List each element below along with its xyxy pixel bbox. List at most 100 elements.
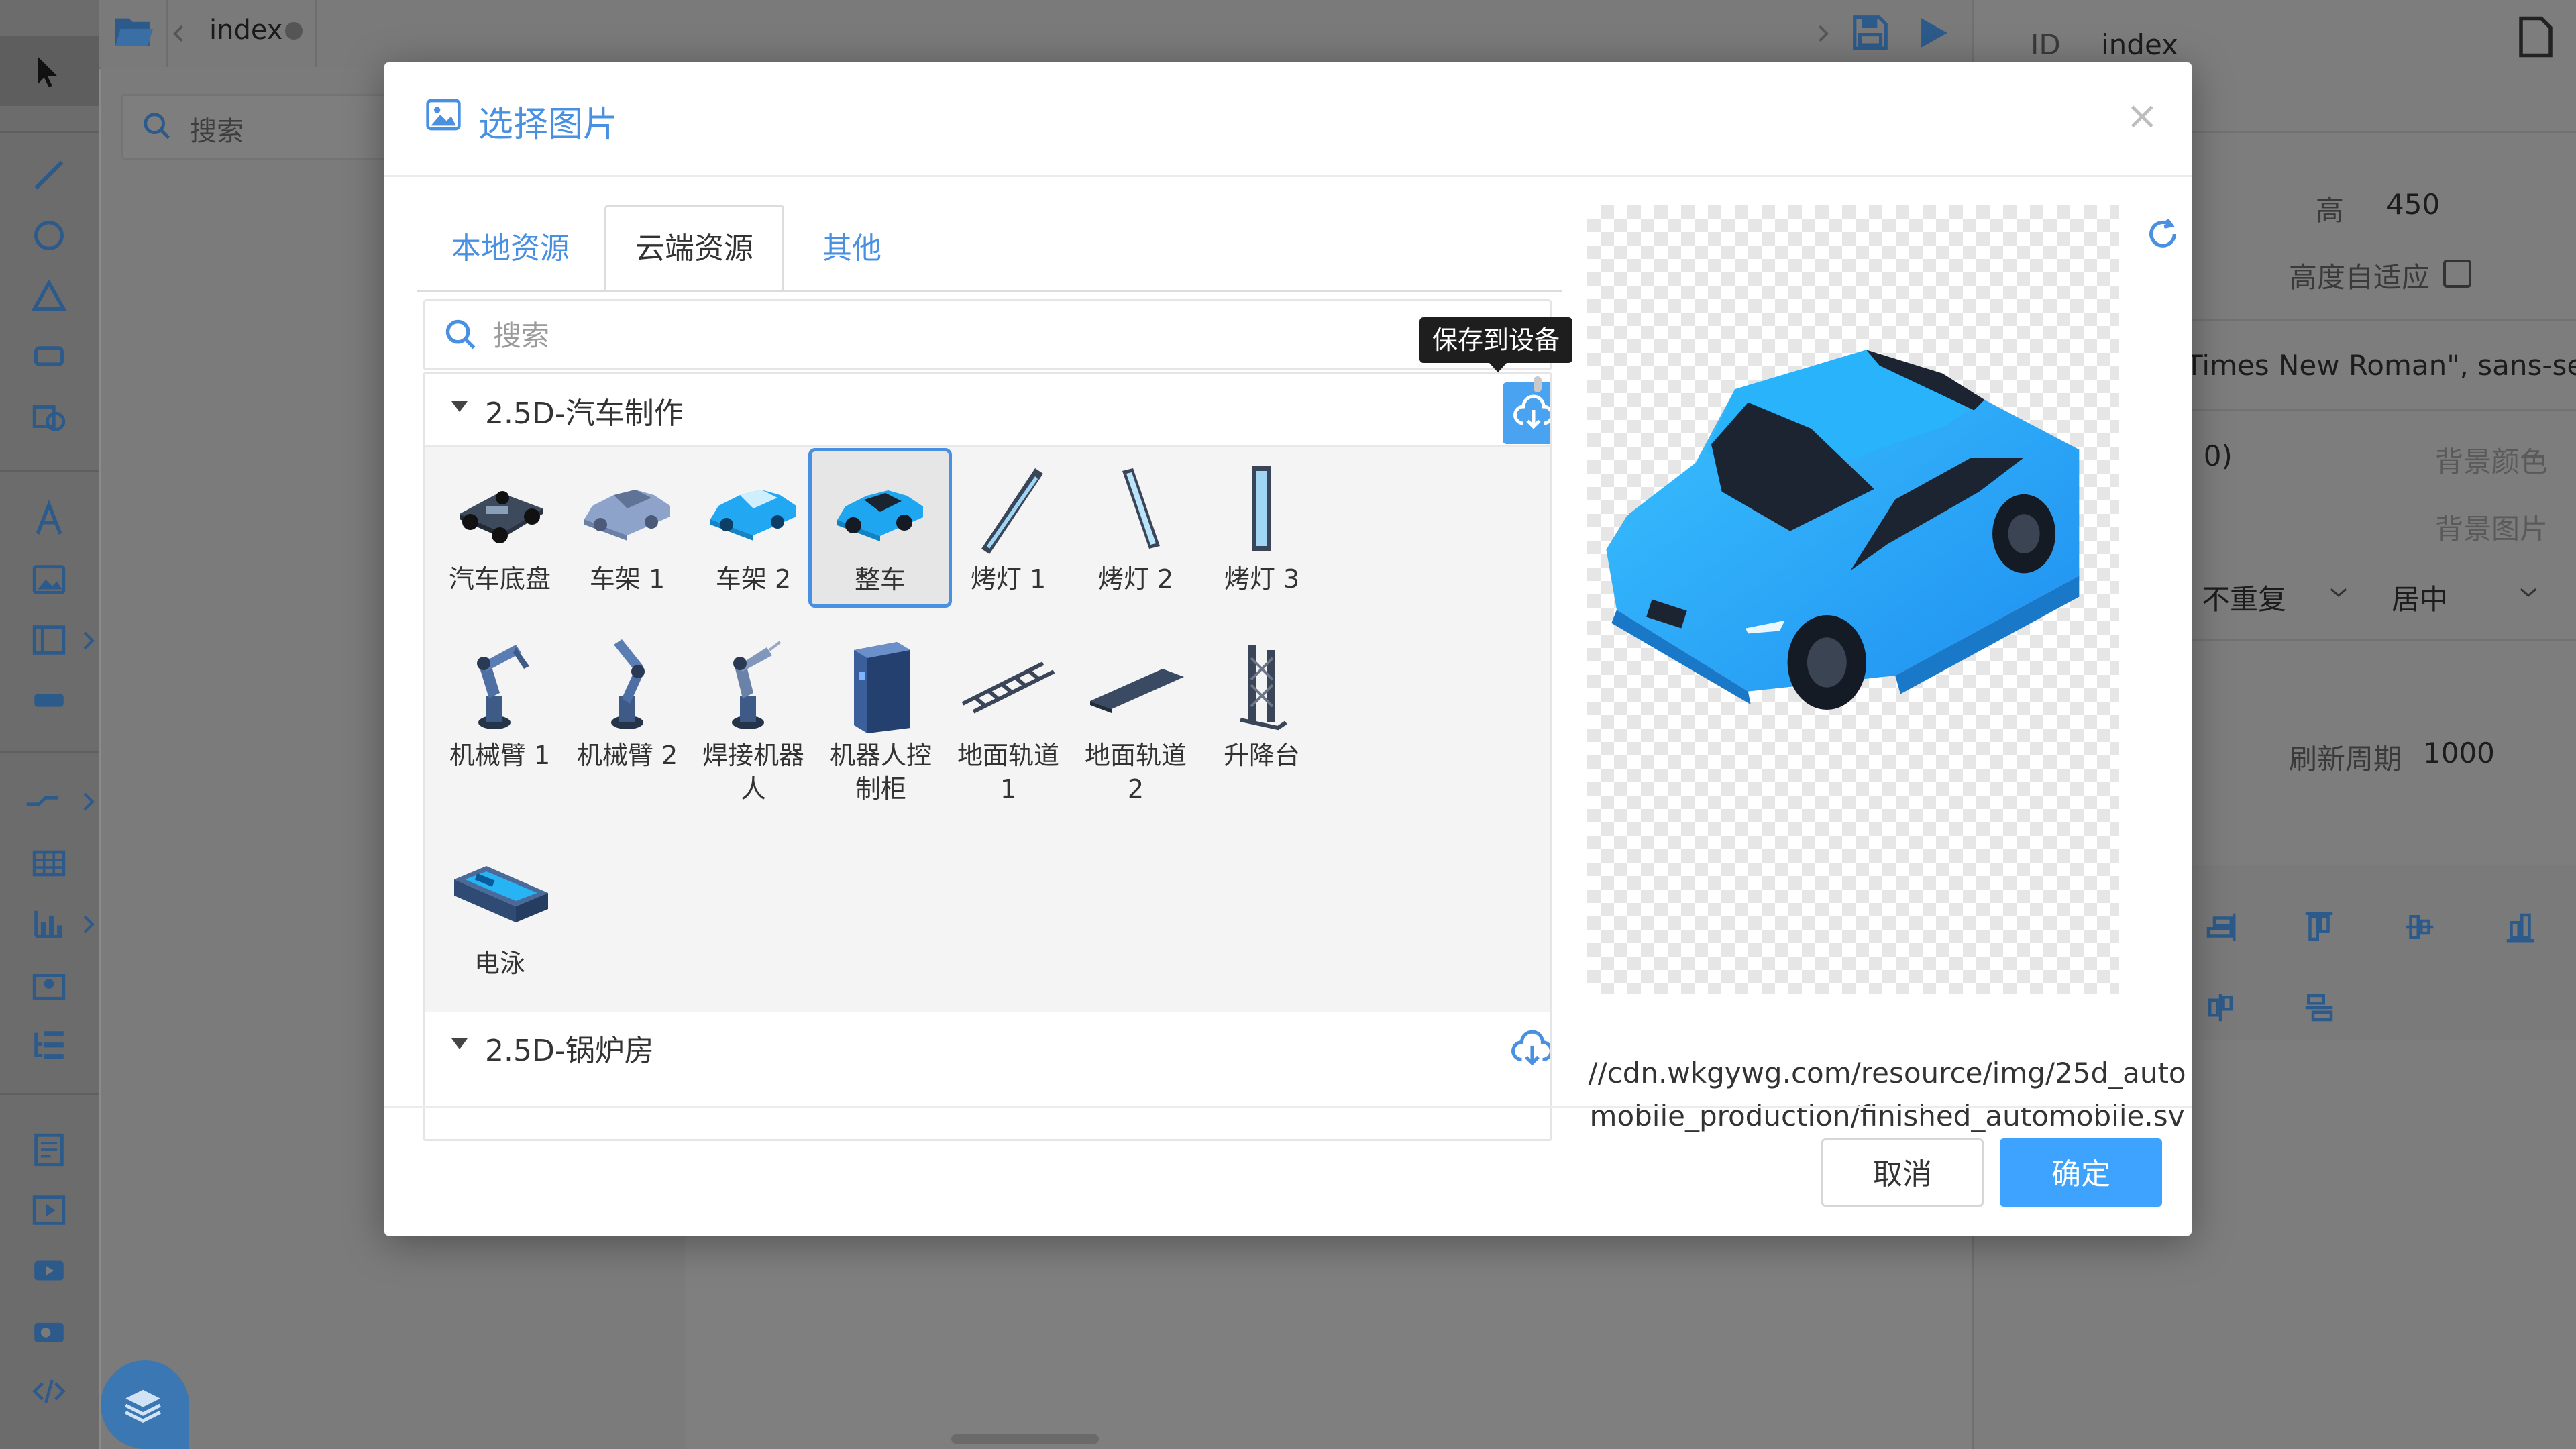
robot-arm-icon	[611, 639, 645, 729]
tab-other[interactable]: 其他	[782, 207, 922, 290]
button-icon	[34, 694, 64, 707]
caret-down-icon	[451, 401, 468, 412]
chevron-down-icon[interactable]	[2518, 584, 2539, 601]
component-tool[interactable]	[30, 621, 68, 659]
canvas-scrollbar[interactable]	[951, 1434, 1099, 1444]
list-item[interactable]: 烤灯 1	[940, 455, 1077, 596]
dialog-title: 选择图片	[478, 105, 619, 145]
lift-platform-icon	[1240, 645, 1287, 731]
camera-tool[interactable]	[30, 1311, 68, 1350]
list-item[interactable]: 焊接机器人	[685, 631, 822, 806]
line-tool[interactable]	[30, 156, 68, 195]
finished-car-preview-icon	[1606, 350, 2080, 710]
list-item[interactable]: 汽车底盘	[431, 455, 568, 596]
image-preview	[1587, 205, 2119, 994]
form-tool[interactable]	[30, 1130, 68, 1169]
document-icon[interactable]	[2517, 15, 2555, 59]
bg-repeat-select[interactable]: 不重复	[2202, 577, 2286, 618]
list-scrollbar[interactable]	[1534, 376, 1542, 392]
text-tool[interactable]	[30, 499, 68, 539]
lamp-panel-icon	[1122, 468, 1160, 549]
welding-robot-icon	[732, 641, 782, 729]
search-input[interactable]	[492, 315, 1434, 356]
circle-tool[interactable]	[30, 216, 68, 255]
id-value[interactable]: index	[2101, 28, 2178, 61]
layers-icon	[125, 1389, 161, 1424]
item-label: 车架 2	[715, 564, 792, 594]
button-tool[interactable]	[30, 681, 68, 720]
robot-arm-icon	[477, 645, 529, 729]
code-icon	[32, 1379, 66, 1403]
chevron-right-icon[interactable]	[80, 788, 97, 815]
media-tool[interactable]	[30, 1191, 68, 1230]
save-to-device-button[interactable]	[1503, 382, 1550, 444]
list-item[interactable]: 烤灯 3	[1193, 455, 1330, 596]
item-label: 电泳	[474, 949, 525, 978]
list-item[interactable]: 烤灯 2	[1067, 455, 1204, 596]
car-chassis-icon	[460, 491, 543, 543]
tree-tool[interactable]	[30, 1026, 68, 1065]
ground-rail-icon	[961, 661, 1055, 714]
cancel-button[interactable]: 取消	[1821, 1138, 1984, 1207]
confirm-button[interactable]: 确定	[2000, 1138, 2162, 1207]
image-icon	[426, 99, 461, 131]
group-header-car-production[interactable]: 2.5D-汽车制作	[425, 374, 1550, 445]
list-item[interactable]: 升降台	[1193, 631, 1330, 772]
save-icon[interactable]	[1849, 12, 1891, 54]
list-item[interactable]: 机器人控制柜	[812, 631, 949, 806]
distribute-vertical-icon[interactable]	[2301, 989, 2337, 1026]
rectangle-icon	[34, 346, 64, 366]
table-tool[interactable]	[30, 844, 68, 883]
tab-local-resources[interactable]: 本地资源	[417, 207, 604, 290]
folder-open-icon[interactable]	[113, 13, 155, 51]
refresh-icon[interactable]	[2145, 217, 2180, 252]
tab-cloud-resources[interactable]: 云端资源	[604, 205, 784, 292]
chevron-left-icon[interactable]	[171, 21, 186, 46]
align-middle-icon[interactable]	[2402, 909, 2438, 945]
color-value[interactable]: , 0)	[2186, 439, 2233, 472]
pointer-tool[interactable]	[0, 36, 99, 106]
map-tool[interactable]	[30, 966, 68, 1005]
align-right-icon[interactable]	[2202, 909, 2239, 945]
list-item[interactable]: 地面轨道 1	[940, 631, 1077, 806]
height-input[interactable]: 450	[2386, 188, 2440, 221]
list-item[interactable]: 机械臂 1	[431, 631, 568, 772]
chevron-right-icon[interactable]	[80, 911, 97, 938]
chevron-down-icon[interactable]	[2328, 584, 2349, 601]
list-item[interactable]: 机械臂 2	[559, 631, 696, 772]
align-top-icon[interactable]	[2301, 909, 2337, 945]
layers-button[interactable]	[101, 1360, 189, 1449]
align-bottom-icon[interactable]	[2502, 909, 2538, 945]
play-frame-icon	[32, 1195, 66, 1225]
refresh-period-input[interactable]: 1000	[2423, 737, 2495, 769]
rect-tool[interactable]	[30, 337, 68, 376]
search-box[interactable]	[423, 299, 1552, 370]
distribute-horizontal-icon[interactable]	[2202, 989, 2239, 1026]
shape-tool[interactable]	[30, 397, 68, 436]
font-family-value[interactable]: Times New Roman", sans-se	[2186, 349, 2576, 382]
chevron-right-icon[interactable]	[80, 627, 97, 654]
car-frame-icon	[584, 490, 670, 541]
close-button[interactable]: ×	[2126, 96, 2159, 135]
tree-list-icon	[34, 1031, 64, 1059]
list-item[interactable]: 车架 2	[685, 455, 822, 596]
video-tool[interactable]	[30, 1251, 68, 1290]
list-item-selected[interactable]: 整车	[808, 448, 952, 608]
auto-height-checkbox[interactable]	[2443, 260, 2471, 288]
play-icon[interactable]	[1913, 12, 1952, 54]
cloud-download-icon[interactable]	[1511, 1028, 1552, 1070]
select-image-dialog: 选择图片 × 本地资源 云端资源 其他 2.5D-汽车制作 汽车底盘 车架 1	[384, 62, 2192, 1236]
list-item[interactable]: 车架 1	[559, 455, 696, 596]
resource-list: 2.5D-汽车制作 汽车底盘 车架 1 车架 2 整车 烤灯 1 烤灯 2 烤灯…	[423, 372, 1552, 1141]
list-item[interactable]: 地面轨道 2	[1067, 631, 1204, 806]
chart-tool[interactable]	[30, 904, 68, 943]
group-header-boiler-room[interactable]: 2.5D-锅炉房	[425, 1012, 1550, 1082]
bg-position-select[interactable]: 居中	[2392, 577, 2448, 618]
list-item[interactable]: 电泳	[431, 839, 568, 980]
chevron-right-icon[interactable]	[1816, 21, 1831, 46]
code-tool[interactable]	[30, 1372, 68, 1411]
connector-tool[interactable]	[23, 782, 70, 820]
triangle-tool[interactable]	[30, 276, 68, 315]
file-tab-label[interactable]: index	[209, 15, 282, 46]
image-tool[interactable]	[30, 560, 68, 599]
